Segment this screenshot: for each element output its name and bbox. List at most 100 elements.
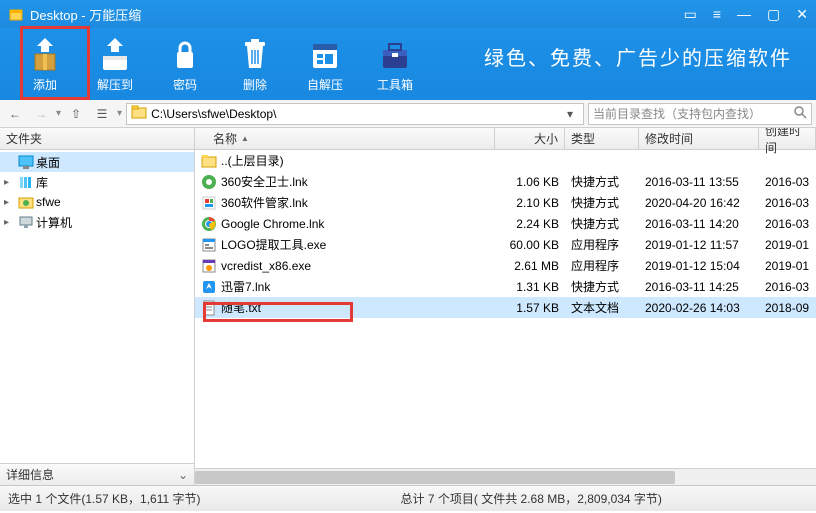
file-icon: [201, 174, 217, 190]
menu-icon[interactable]: ≡: [713, 6, 721, 22]
col-name[interactable]: 名称: [195, 128, 495, 149]
password-label: 密码: [173, 76, 197, 93]
tree-label: 库: [36, 174, 48, 191]
close-icon[interactable]: ✕: [796, 6, 808, 23]
file-ctime: 2018-09: [759, 301, 816, 315]
sfx-button[interactable]: 自解压: [290, 29, 360, 99]
details-header[interactable]: 详细信息 ⌄: [0, 463, 194, 485]
sfx-icon: [305, 36, 345, 72]
file-row[interactable]: ..(上层目录): [195, 150, 816, 171]
file-name: Google Chrome.lnk: [221, 217, 324, 231]
file-row[interactable]: 360安全卫士.lnk1.06 KB快捷方式2016-03-11 13:5520…: [195, 171, 816, 192]
file-size: 60.00 KB: [495, 238, 565, 252]
sfx-label: 自解压: [307, 76, 343, 93]
view-button[interactable]: ☰: [91, 104, 113, 124]
slogan-text: 绿色、免费、广告少的压缩软件: [484, 42, 792, 71]
col-mtime[interactable]: 修改时间: [639, 128, 759, 149]
sidebar: 文件夹 桌面▸库▸sfwe▸计算机 详细信息 ⌄: [0, 128, 195, 485]
file-icon: [201, 279, 217, 295]
file-row[interactable]: Google Chrome.lnk 2.24 KB快捷方式2016-03-11 1…: [195, 213, 816, 234]
titlebar: Desktop - 万能压缩 ▭ ≡ — ▢ ✕: [0, 0, 816, 28]
file-mtime: 2016-03-11 13:55: [639, 175, 759, 189]
tree-icon: [18, 174, 34, 190]
maximize-icon[interactable]: ▢: [767, 6, 780, 23]
tools-button[interactable]: 工具箱: [360, 29, 430, 99]
file-ctime: 2019-01: [759, 238, 816, 252]
status-selected: 选中 1 个文件(1.57 KB，1,611 字节): [8, 490, 201, 507]
password-button[interactable]: 密码: [150, 29, 220, 99]
expand-icon[interactable]: ▸: [4, 177, 16, 188]
file-row[interactable]: 360软件管家.lnk2.10 KB快捷方式2020-04-20 16:4220…: [195, 192, 816, 213]
lock-icon: [165, 36, 205, 72]
horizontal-scrollbar[interactable]: [195, 468, 816, 485]
file-row[interactable]: 迅雷7.lnk1.31 KB快捷方式2016-03-11 14:252016-0…: [195, 276, 816, 297]
file-name: 360软件管家.lnk: [221, 194, 308, 211]
tree-label: 桌面: [36, 154, 60, 171]
file-row[interactable]: vcredist_x86.exe2.61 MB应用程序2019-01-12 15…: [195, 255, 816, 276]
file-name: 360安全卫士.lnk: [221, 173, 308, 190]
tree-icon: [18, 154, 34, 170]
path-input[interactable]: [151, 107, 557, 121]
path-dropdown-icon[interactable]: ▾: [561, 107, 579, 121]
file-row[interactable]: LOGO提取工具.exe60.00 KB应用程序2019-01-12 11:57…: [195, 234, 816, 255]
back-button[interactable]: ←: [4, 104, 26, 124]
file-mtime: 2020-02-26 14:03: [639, 301, 759, 315]
file-ctime: 2016-03: [759, 217, 816, 231]
chevron-down-icon: ⌄: [178, 468, 188, 482]
tree-item-3[interactable]: ▸计算机: [0, 212, 194, 232]
toolbox-icon: [375, 36, 415, 72]
col-size[interactable]: 大小: [495, 128, 565, 149]
path-bar[interactable]: ▾: [126, 103, 584, 125]
file-size: 2.10 KB: [495, 196, 565, 210]
file-type: 文本文档: [565, 299, 639, 316]
extract-label: 解压到: [97, 76, 133, 93]
file-icon: [201, 216, 217, 232]
app-icon: [8, 6, 24, 22]
file-size: 2.24 KB: [495, 217, 565, 231]
feedback-icon[interactable]: ▭: [684, 6, 697, 23]
main-toolbar: 添加 解压到 密码 删除 自解压 工具箱 绿色、免费、广告少的压缩软件: [0, 28, 816, 100]
tree-item-0[interactable]: 桌面: [0, 152, 194, 172]
delete-label: 删除: [243, 76, 267, 93]
file-type: 快捷方式: [565, 173, 639, 190]
tree-item-2[interactable]: ▸sfwe: [0, 192, 194, 212]
file-ctime: 2016-03: [759, 280, 816, 294]
file-mtime: 2016-03-11 14:20: [639, 217, 759, 231]
statusbar: 选中 1 个文件(1.57 KB，1,611 字节) 总计 7 个项目( 文件共…: [0, 485, 816, 511]
tree-item-1[interactable]: ▸库: [0, 172, 194, 192]
file-icon: [201, 237, 217, 253]
file-type: 快捷方式: [565, 194, 639, 211]
file-name: LOGO提取工具.exe: [221, 236, 326, 253]
expand-icon[interactable]: ▸: [4, 197, 16, 208]
file-row[interactable]: 随笔.txt 1.57 KB文本文档2020-02-26 14:032018-09: [195, 297, 816, 318]
file-ctime: 2019-01: [759, 259, 816, 273]
file-size: 1.06 KB: [495, 175, 565, 189]
col-type[interactable]: 类型: [565, 128, 639, 149]
file-size: 1.57 KB: [495, 301, 565, 315]
file-mtime: 2019-01-12 11:57: [639, 238, 759, 252]
file-name: ..(上层目录): [221, 152, 284, 169]
extract-button[interactable]: 解压到: [80, 29, 150, 99]
search-box[interactable]: [588, 103, 812, 125]
add-button[interactable]: 添加: [10, 29, 80, 99]
status-total: 总计 7 个项目( 文件共 2.68 MB，2,809,034 字节): [401, 490, 662, 507]
window-title: Desktop - 万能压缩: [30, 5, 684, 24]
tree-icon: [18, 214, 34, 230]
search-input[interactable]: [593, 107, 793, 121]
file-name: 随笔.txt: [221, 299, 261, 316]
delete-button[interactable]: 删除: [220, 29, 290, 99]
file-type: 快捷方式: [565, 215, 639, 232]
file-type: 应用程序: [565, 257, 639, 274]
up-button[interactable]: ⇧: [65, 104, 87, 124]
add-icon: [25, 36, 65, 72]
file-name: 迅雷7.lnk: [221, 278, 270, 295]
file-icon: [201, 300, 217, 316]
expand-icon[interactable]: ▸: [4, 217, 16, 228]
search-icon[interactable]: [793, 105, 807, 122]
add-label: 添加: [33, 76, 57, 93]
minimize-icon[interactable]: —: [737, 6, 751, 22]
forward-button[interactable]: →: [30, 104, 52, 124]
col-ctime[interactable]: 创建时间: [759, 128, 816, 149]
file-icon: [201, 153, 217, 169]
sidebar-header: 文件夹: [0, 128, 194, 150]
